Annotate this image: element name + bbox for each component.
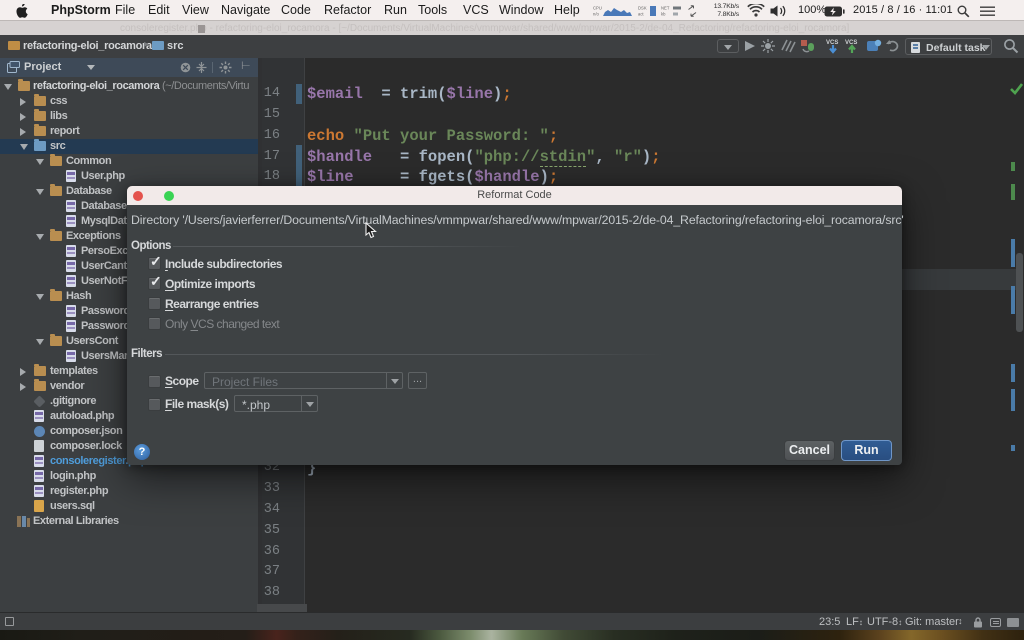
svg-text:NET: NET: [661, 6, 670, 11]
svg-text:CPU: CPU: [593, 6, 602, 11]
svg-text:act: act: [638, 12, 644, 17]
svg-text:VCS: VCS: [845, 40, 857, 46]
svg-text:DSK: DSK: [638, 6, 647, 11]
svg-text:n/o: n/o: [593, 12, 599, 17]
svg-text:kb: kb: [661, 12, 666, 17]
